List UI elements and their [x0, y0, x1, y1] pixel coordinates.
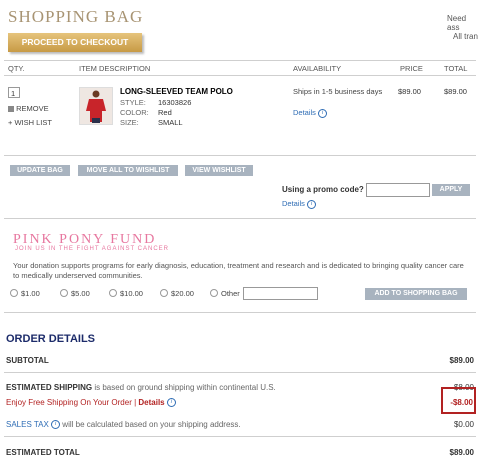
- quantity-input[interactable]: 1: [8, 87, 20, 98]
- info-icon: i: [307, 199, 317, 209]
- info-icon[interactable]: i: [166, 398, 176, 408]
- order-details-title: ORDER DETAILS: [6, 333, 96, 345]
- donation-description: Your donation supports programs for earl…: [13, 261, 464, 280]
- size-label: SIZE:: [120, 118, 139, 127]
- divider: [4, 218, 476, 219]
- promo-details-label: Details: [282, 199, 305, 208]
- page-title: SHOPPING BAG: [8, 7, 144, 26]
- donation-radio-5[interactable]: [60, 289, 68, 297]
- sales-tax-link[interactable]: SALES TAX: [6, 420, 49, 429]
- estimated-total-label: ESTIMATED TOTAL: [6, 448, 80, 457]
- donation-radio-other[interactable]: [210, 289, 218, 297]
- donation-radio-20[interactable]: [160, 289, 168, 297]
- color-label: COLOR:: [120, 108, 149, 117]
- sales-tax-row: SALES TAX i will be calculated based on …: [6, 420, 241, 430]
- apply-promo-button[interactable]: APPLY: [432, 184, 470, 196]
- remove-label: REMOVE: [16, 104, 49, 113]
- promo-code-label: Using a promo code?: [282, 185, 364, 194]
- donation-amount-1: $1.00: [21, 289, 40, 298]
- item-price: $89.00: [398, 87, 421, 96]
- divider: [4, 436, 476, 437]
- info-icon: i: [318, 108, 328, 118]
- donation-radio-1[interactable]: [10, 289, 18, 297]
- add-to-shopping-bag-button[interactable]: ADD TO SHOPPING BAG: [365, 288, 467, 300]
- free-shipping-text: Enjoy Free Shipping On Your Order |: [6, 398, 139, 407]
- divider: [4, 155, 476, 156]
- donation-other-input[interactable]: [243, 287, 318, 300]
- move-all-to-wishlist-button[interactable]: MOVE ALL TO WISHLIST: [78, 165, 178, 176]
- size-value: SMALL: [158, 118, 183, 127]
- donation-amount-5: $5.00: [71, 289, 90, 298]
- product-thumbnail[interactable]: [79, 87, 113, 125]
- promo-code-input[interactable]: [366, 183, 430, 197]
- sales-tax-note: will be calculated based on your shippin…: [60, 420, 241, 429]
- update-bag-button[interactable]: UPDATE BAG: [10, 165, 70, 176]
- info-icon[interactable]: i: [51, 420, 61, 430]
- divider: [4, 60, 476, 61]
- availability-details-link[interactable]: Details i: [293, 108, 328, 118]
- item-total: $89.00: [444, 87, 467, 96]
- remove-icon: [8, 106, 14, 113]
- divider: [4, 372, 476, 373]
- color-value: Red: [158, 108, 172, 117]
- col-qty: QTY.: [8, 64, 25, 73]
- subtotal-value: $89.00: [449, 356, 474, 365]
- remove-button[interactable]: REMOVE: [8, 104, 49, 113]
- all-transactions-text: All tran: [453, 32, 478, 41]
- col-total: TOTAL: [444, 64, 468, 73]
- subtotal-label: SUBTOTAL: [6, 356, 49, 365]
- polo-image-icon: [80, 88, 112, 124]
- divider: [4, 75, 476, 76]
- donation-radio-10[interactable]: [109, 289, 117, 297]
- free-shipping-details-link[interactable]: Details: [138, 398, 164, 407]
- highlight-box: [441, 387, 476, 414]
- availability-text: Ships in 1-5 business days: [293, 87, 383, 96]
- col-price: PRICE: [400, 64, 423, 73]
- view-wishlist-button[interactable]: VIEW WISHLIST: [185, 165, 253, 176]
- add-to-wishlist-link[interactable]: + WISH LIST: [8, 118, 52, 127]
- estimated-shipping-note: is based on ground shipping within conti…: [92, 383, 276, 392]
- style-value: 16303826: [158, 98, 192, 107]
- promo-details-link[interactable]: Details i: [282, 199, 317, 209]
- divider: [4, 312, 476, 313]
- estimated-total-value: $89.00: [449, 448, 474, 457]
- proceed-to-checkout-button[interactable]: PROCEED TO CHECKOUT: [8, 33, 142, 52]
- estimated-shipping-row: ESTIMATED SHIPPING is based on ground sh…: [6, 383, 276, 392]
- donation-other-label: Other: [221, 289, 240, 298]
- details-label: Details: [293, 108, 316, 117]
- donation-amount-10: $10.00: [120, 289, 143, 298]
- free-shipping-row: Enjoy Free Shipping On Your Order | Deta…: [6, 398, 176, 408]
- sales-tax-value: $0.00: [453, 420, 474, 429]
- donation-amount-20: $20.00: [171, 289, 194, 298]
- estimated-shipping-label: ESTIMATED SHIPPING: [6, 383, 93, 392]
- pink-pony-fund-tagline: JOIN US IN THE FIGHT AGAINST CANCER: [15, 246, 170, 252]
- col-availability: AVAILABILITY: [293, 64, 342, 73]
- need-assistance-link[interactable]: Need ass: [447, 14, 480, 32]
- col-description: ITEM DESCRIPTION: [79, 64, 151, 73]
- style-label: STYLE:: [120, 98, 146, 107]
- product-name[interactable]: LONG-SLEEVED TEAM POLO: [120, 87, 233, 96]
